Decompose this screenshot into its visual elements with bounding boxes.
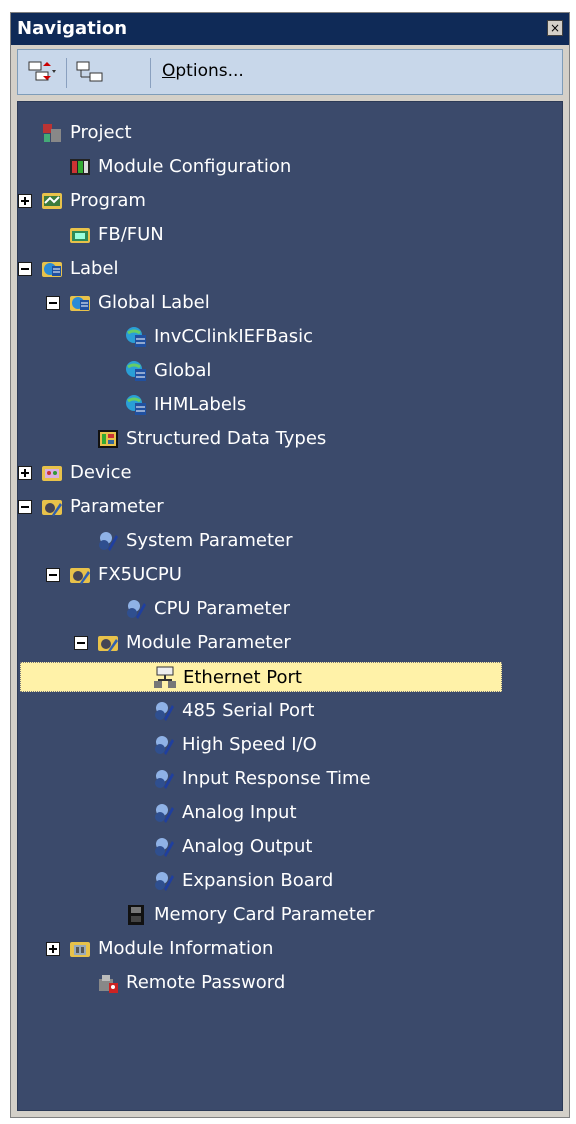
tree-item[interactable]: System Parameter (96, 526, 318, 556)
tree-item[interactable]: IHMLabels (124, 390, 262, 420)
expand-icon[interactable] (46, 942, 60, 956)
structured-data-icon (98, 430, 118, 448)
tree-item[interactable]: Global Label (46, 288, 242, 318)
tree-item-label: Program (70, 190, 146, 211)
tree-item[interactable]: CPU Parameter (124, 594, 310, 624)
tree-item-label: FX5UCPU (98, 564, 182, 585)
tree-item-label: CPU Parameter (154, 598, 290, 619)
label-globe-icon (126, 361, 146, 381)
tree-item[interactable]: Memory Card Parameter (124, 900, 406, 930)
parameter-icon (127, 600, 146, 619)
tree-item[interactable]: Input Response Time (152, 764, 410, 794)
parameter-icon (155, 702, 174, 721)
tree-item-label: Analog Input (182, 802, 297, 823)
parameter-icon (155, 838, 174, 857)
tree-item-label: Input Response Time (182, 768, 371, 789)
collapse-icon[interactable] (74, 636, 88, 650)
label-icon (42, 262, 62, 277)
tree-item[interactable]: Parameter (18, 492, 178, 522)
label-globe-icon (126, 395, 146, 415)
tree-item-label: Module Parameter (126, 632, 291, 653)
parameter-icon (155, 872, 174, 891)
tree-item-label: Expansion Board (182, 870, 334, 891)
tree-item[interactable]: 485 Serial Port (152, 696, 362, 726)
expand-icon[interactable] (18, 466, 32, 480)
collapse-icon[interactable] (18, 500, 32, 514)
global-label-icon (70, 296, 90, 311)
options-button[interactable]: Options... (162, 61, 244, 81)
module-information-icon (70, 942, 90, 957)
device-icon (42, 466, 62, 481)
tree-item[interactable]: High Speed I/O (152, 730, 350, 760)
fb-fun-icon (70, 228, 90, 243)
tree-item[interactable]: Remote Password (96, 968, 306, 998)
expand-icon[interactable] (18, 194, 32, 208)
collapse-icon[interactable] (18, 262, 32, 276)
tree-item[interactable]: Device (18, 458, 142, 488)
tree-item-label: Global (154, 360, 212, 381)
tree-item-label: FB/FUN (98, 224, 164, 245)
memory-card-icon (128, 905, 144, 925)
tree-item[interactable]: Project (40, 118, 154, 148)
program-icon (42, 193, 62, 209)
panel-title: Navigation (17, 18, 128, 39)
tree-item[interactable]: FX5UCPU (46, 560, 182, 590)
tree-item-label: Global Label (98, 292, 210, 313)
collapse-icon[interactable] (46, 296, 60, 310)
parameter-icon (155, 804, 174, 823)
parameter-folder-icon (70, 568, 90, 584)
expand-collapse-dropdown-icon[interactable] (28, 60, 56, 84)
tree-item-label: Module Configuration (98, 156, 292, 177)
toolbar-separator (66, 58, 67, 88)
parameter-icon (99, 532, 118, 551)
toolbar-separator (150, 58, 151, 88)
tree-item[interactable]: Analog Input (152, 798, 326, 828)
tree-item-label: IHMLabels (154, 394, 247, 415)
remote-password-icon (99, 975, 118, 993)
tree-item[interactable]: Expansion Board (152, 866, 362, 896)
navigation-panel: Navigation × Options... Project Module Co… (10, 12, 570, 1118)
tree-item-label: Module Information (98, 938, 274, 959)
parameter-folder-icon (98, 636, 118, 652)
tree-item-label: High Speed I/O (182, 734, 317, 755)
label-globe-icon (126, 327, 146, 347)
tree-item-label: Ethernet Port (183, 667, 302, 688)
tree-item-label: Project (70, 122, 132, 143)
tree-item-label: Label (70, 258, 119, 279)
tree-item-label: 485 Serial Port (182, 700, 315, 721)
module-configuration-icon (70, 159, 90, 175)
title-bar[interactable]: Navigation × (11, 13, 569, 45)
parameter-icon (155, 736, 174, 755)
tree-item[interactable]: FB/FUN (68, 220, 170, 250)
tree-item[interactable]: Analog Output (152, 832, 338, 862)
tree-item[interactable]: Label (18, 254, 130, 284)
parameter-icon (155, 770, 174, 789)
tree-item-label: Analog Output (182, 836, 313, 857)
tree-item[interactable]: Module Configuration (68, 152, 338, 182)
tree-item-label: System Parameter (126, 530, 293, 551)
navigation-tree[interactable]: Project Module Configuration Program FB/FUN… (17, 101, 563, 1111)
tree-item[interactable]: Ethernet Port (20, 662, 502, 692)
tree-item[interactable]: Structured Data Types (96, 424, 378, 454)
tree-item[interactable]: Program (18, 186, 154, 216)
options-label-rest: ptions... (175, 61, 244, 81)
close-button[interactable]: × (547, 20, 563, 36)
tree-item-label: Structured Data Types (126, 428, 327, 449)
project-icon (43, 124, 61, 142)
tree-item-label: Remote Password (126, 972, 286, 993)
tree-item-label: Parameter (70, 496, 164, 517)
toolbar: Options... (17, 49, 563, 95)
tree-item[interactable]: Global (124, 356, 226, 386)
tree-item[interactable]: InvCClinkIEFBasic (124, 322, 358, 352)
ethernet-port-icon (154, 666, 176, 688)
parameter-folder-icon (42, 500, 62, 516)
tree-item-label: Memory Card Parameter (154, 904, 375, 925)
collapse-icon[interactable] (46, 568, 60, 582)
tree-item-label: InvCClinkIEFBasic (154, 326, 314, 347)
tree-item[interactable]: Module Parameter (74, 628, 318, 658)
tree-item-label: Device (70, 462, 132, 483)
tree-view-icon[interactable] (76, 60, 104, 84)
options-mnemonic: O (162, 61, 176, 81)
tree-item[interactable]: Module Information (46, 934, 314, 964)
